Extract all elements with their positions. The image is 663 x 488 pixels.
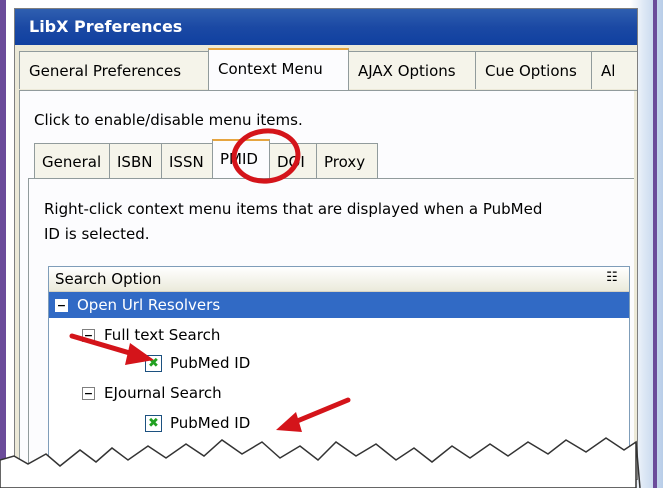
column-header-search-option[interactable]: Search Option [55,270,161,288]
column-picker-icon[interactable]: ☷ [603,270,621,286]
tree-row-full-text-search[interactable]: − Full text Search [49,322,629,348]
window-title: LibX Preferences [15,9,637,45]
tree-row-label: PubMed ID [170,354,251,372]
tree-row-pubmed-id-fulltext[interactable]: ✖ PubMed ID [49,350,629,376]
frame-right-border [653,0,657,488]
subtab-proxy[interactable]: Proxy [316,143,378,179]
subtab-general[interactable]: General [34,143,110,179]
pmid-description: Right-click context menu items that are … [44,200,543,243]
tab-cue-options[interactable]: Cue Options [475,51,592,89]
collapse-icon[interactable]: − [82,387,95,400]
tab-ajax-options[interactable]: AJAX Options [348,51,476,89]
tab-al[interactable]: Al [591,51,637,89]
torn-edge [0,437,641,488]
frame-left-border [0,0,6,488]
tab-general-preferences[interactable]: General Preferences [19,51,209,89]
tab-context-menu[interactable]: Context Menu [208,48,349,90]
collapse-icon[interactable]: − [82,329,95,342]
hint-text: Click to enable/disable menu items. [34,111,303,129]
subtab-isbn[interactable]: ISBN [109,143,162,179]
tree-header[interactable]: Search Option ☷ [49,267,629,292]
preferences-window: LibX Preferences General Preferences Con… [14,8,638,480]
checked-icon[interactable]: ✖ [145,355,162,372]
subtab-pmid[interactable]: PMID [212,139,270,179]
tree-row-label: Full text Search [104,326,221,344]
tree-row-label: EJournal Search [104,384,222,402]
collapse-icon[interactable]: − [55,299,68,312]
subtab-issn[interactable]: ISSN [161,143,213,179]
tree-row-open-url-resolvers[interactable]: − Open Url Resolvers [49,292,629,318]
tree-row-ejournal-search[interactable]: − EJournal Search [49,380,629,406]
subtab-doi[interactable]: DOI [269,143,317,179]
tree-row-label: Open Url Resolvers [77,296,221,314]
